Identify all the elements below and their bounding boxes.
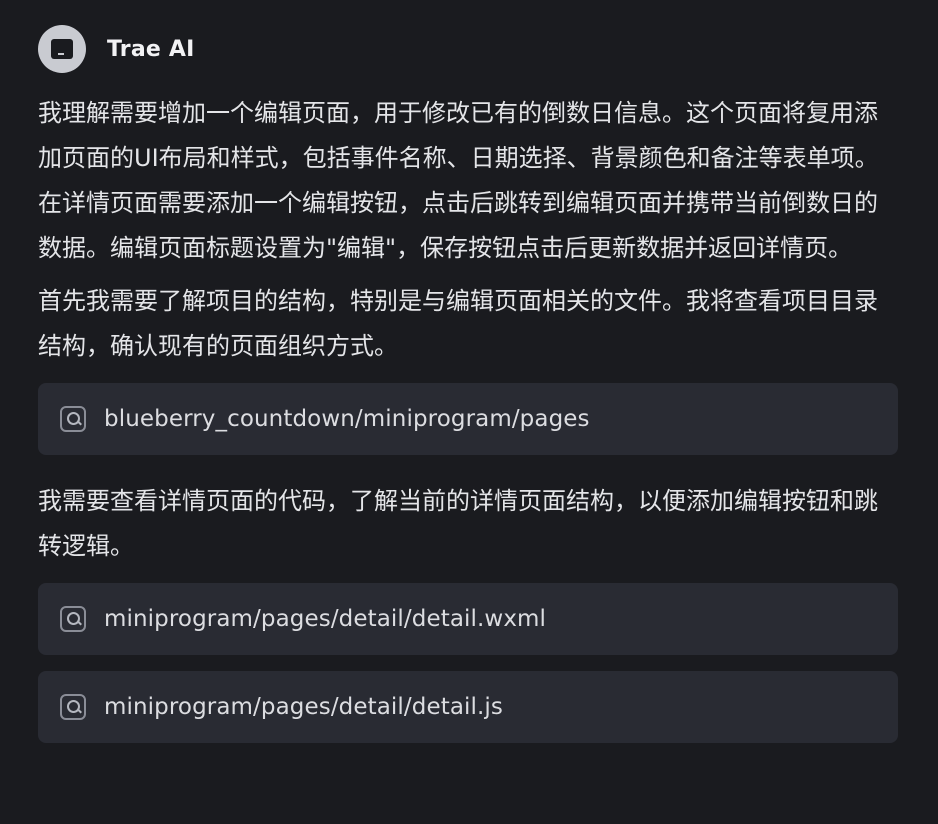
search-path: miniprogram/pages/detail/detail.wxml <box>104 606 547 632</box>
message-paragraph: 首先我需要了解项目的结构，特别是与编辑页面相关的文件。我将查看项目目录结构，确认… <box>38 287 878 360</box>
chat-panel: Trae AI 我理解需要增加一个编辑页面，用于修改已有的倒数日信息。这个页面将… <box>0 0 938 824</box>
assistant-header: Trae AI <box>38 25 898 73</box>
search-icon <box>60 606 86 632</box>
terminal-icon <box>51 39 73 59</box>
search-icon <box>60 406 86 432</box>
message-paragraph: 我理解需要增加一个编辑页面，用于修改已有的倒数日信息。这个页面将复用添加页面的U… <box>38 99 879 262</box>
assistant-avatar <box>38 25 86 73</box>
assistant-name: Trae AI <box>107 36 195 62</box>
search-path: blueberry_countdown/miniprogram/pages <box>104 406 590 432</box>
search-path: miniprogram/pages/detail/detail.js <box>104 694 503 720</box>
search-result-card[interactable]: miniprogram/pages/detail/detail.js <box>38 671 898 743</box>
search-icon <box>60 694 86 720</box>
search-result-card[interactable]: miniprogram/pages/detail/detail.wxml <box>38 583 898 655</box>
message-paragraph: 我需要查看详情页面的代码，了解当前的详情页面结构，以便添加编辑按钮和跳转逻辑。 <box>38 487 878 560</box>
search-result-card[interactable]: blueberry_countdown/miniprogram/pages <box>38 383 898 455</box>
